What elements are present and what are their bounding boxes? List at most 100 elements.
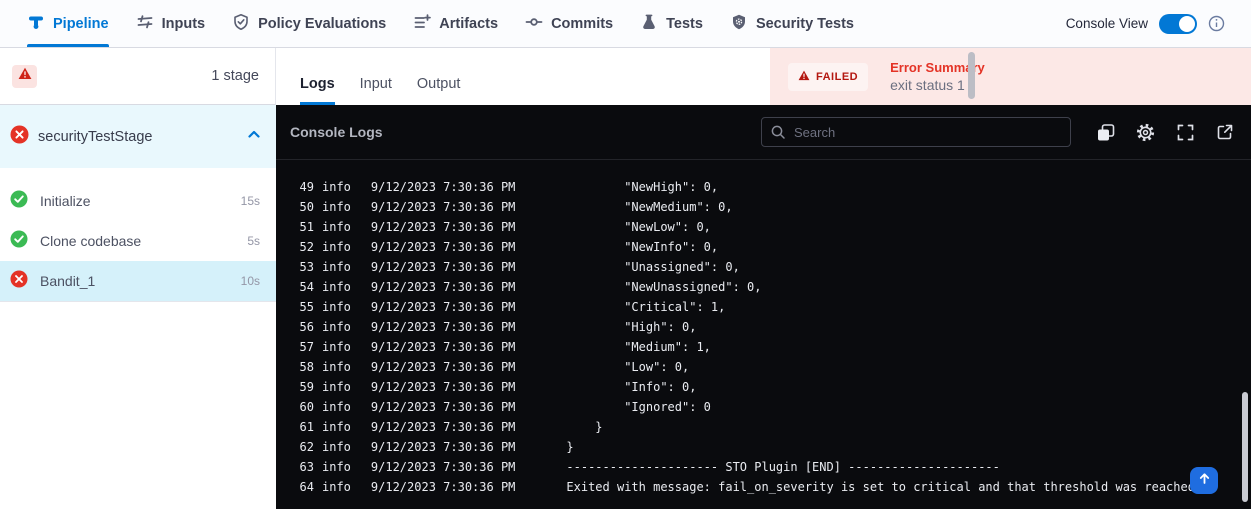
log-msg: "NewHigh": 0,	[566, 177, 718, 197]
stage-summary-bar: 1 stage	[0, 48, 276, 105]
fullscreen-icon[interactable]	[1175, 122, 1196, 143]
chevron-up-icon[interactable]	[246, 126, 262, 147]
log-msg: "Info": 0,	[566, 377, 696, 397]
nav-right: Console View	[1066, 0, 1251, 47]
log-time: 9/12/2023 7:30:36 PM	[371, 417, 516, 437]
log-msg: --------------------- STO Plugin [END] -…	[566, 457, 999, 477]
tab-artifacts[interactable]: Artifacts	[413, 0, 498, 47]
scroll-to-top-button[interactable]	[1190, 467, 1218, 494]
log-num: 62	[276, 437, 314, 457]
sidebar-divider	[0, 301, 276, 302]
stage-sidebar: securityTestStage Initialize 15s Clone c…	[0, 105, 276, 509]
open-in-new-icon[interactable]	[1215, 122, 1235, 142]
status-badge: FAILED	[788, 63, 868, 91]
error-summary-scrollbar[interactable]	[968, 52, 975, 99]
log-num: 56	[276, 317, 314, 337]
tab-label: Inputs	[162, 16, 206, 32]
tab-label: Pipeline	[53, 16, 109, 32]
log-msg: "NewLow": 0,	[566, 217, 711, 237]
warning-triangle-icon	[18, 67, 32, 85]
console-scrollbar[interactable]	[1242, 392, 1248, 502]
log-line: 59info9/12/2023 7:30:36 PM "Info": 0,	[276, 377, 1251, 397]
log-time: 9/12/2023 7:30:36 PM	[371, 317, 516, 337]
top-navigation: Pipeline Inputs Policy Evaluations Artif…	[0, 0, 1251, 48]
log-num: 53	[276, 257, 314, 277]
settings-gear-icon[interactable]	[1135, 122, 1156, 143]
log-level: info	[322, 217, 351, 237]
tab-label: Security Tests	[756, 16, 854, 32]
log-time: 9/12/2023 7:30:36 PM	[371, 477, 516, 497]
tab-input[interactable]: Input	[360, 76, 392, 105]
step-bandit-1[interactable]: Bandit_1 10s	[0, 261, 276, 301]
warning-triangle-icon	[798, 68, 810, 86]
step-duration: 10s	[241, 274, 260, 288]
commit-icon	[525, 13, 543, 35]
log-level: info	[322, 357, 351, 377]
log-line: 52info9/12/2023 7:30:36 PM "NewInfo": 0,	[276, 237, 1251, 257]
pipeline-icon	[27, 13, 45, 35]
tab-output[interactable]: Output	[417, 76, 461, 105]
log-line: 56info9/12/2023 7:30:36 PM "High": 0,	[276, 317, 1251, 337]
step-label: Initialize	[40, 193, 91, 209]
log-msg: "Unassigned": 0,	[566, 257, 739, 277]
log-msg: }	[566, 417, 602, 437]
tab-inputs[interactable]: Inputs	[136, 0, 206, 47]
step-label: Clone codebase	[40, 233, 141, 249]
log-num: 55	[276, 297, 314, 317]
log-time: 9/12/2023 7:30:36 PM	[371, 357, 516, 377]
log-level: info	[322, 197, 351, 217]
log-level: info	[322, 397, 351, 417]
log-line: 58info9/12/2023 7:30:36 PM "Low": 0,	[276, 357, 1251, 377]
tab-security-tests[interactable]: Security Tests	[730, 0, 854, 47]
log-body: 49info9/12/2023 7:30:36 PM "NewHigh": 0,…	[276, 160, 1251, 497]
log-level: info	[322, 457, 351, 477]
step-duration: 5s	[247, 234, 260, 248]
nav-tabs: Pipeline Inputs Policy Evaluations Artif…	[0, 0, 854, 47]
pipeline-failed-badge	[12, 65, 37, 88]
log-num: 50	[276, 197, 314, 217]
log-level: info	[322, 177, 351, 197]
tab-commits[interactable]: Commits	[525, 0, 613, 47]
log-level: info	[322, 317, 351, 337]
log-line: 57info9/12/2023 7:30:36 PM "Medium": 1,	[276, 337, 1251, 357]
list-plus-icon	[413, 13, 431, 35]
console-header: Console Logs	[276, 105, 1251, 160]
stage-header-securityTestStage[interactable]: securityTestStage	[0, 105, 276, 168]
failed-circle-icon	[10, 125, 29, 149]
log-msg: "NewInfo": 0,	[566, 237, 718, 257]
tab-tests[interactable]: Tests	[640, 0, 703, 47]
log-num: 51	[276, 217, 314, 237]
log-num: 63	[276, 457, 314, 477]
tab-label: Commits	[551, 16, 613, 32]
tab-pipeline[interactable]: Pipeline	[27, 0, 109, 47]
log-time: 9/12/2023 7:30:36 PM	[371, 397, 516, 417]
security-shield-icon	[730, 13, 748, 35]
log-msg: "NewUnassigned": 0,	[566, 277, 761, 297]
search-input[interactable]	[761, 117, 1071, 147]
log-line: 64info9/12/2023 7:30:36 PMExited with me…	[276, 477, 1251, 497]
tab-label: Tests	[666, 16, 703, 32]
inputs-icon	[136, 13, 154, 35]
tab-logs[interactable]: Logs	[300, 76, 335, 105]
step-clone-codebase[interactable]: Clone codebase 5s	[0, 221, 276, 261]
flask-icon	[640, 13, 658, 35]
log-level: info	[322, 297, 351, 317]
log-line: 62info9/12/2023 7:30:36 PM}	[276, 437, 1251, 457]
log-num: 54	[276, 277, 314, 297]
log-time: 9/12/2023 7:30:36 PM	[371, 177, 516, 197]
log-line: 63info9/12/2023 7:30:36 PM--------------…	[276, 457, 1251, 477]
console-view-toggle[interactable]	[1159, 14, 1197, 34]
info-icon[interactable]	[1208, 15, 1225, 32]
copy-icon[interactable]	[1095, 122, 1116, 143]
step-list: Initialize 15s Clone codebase 5s Bandit_…	[0, 181, 276, 301]
log-time: 9/12/2023 7:30:36 PM	[371, 297, 516, 317]
toggle-knob	[1179, 16, 1195, 32]
console-view-label: Console View	[1066, 16, 1148, 31]
step-initialize[interactable]: Initialize 15s	[0, 181, 276, 221]
log-msg: "Critical": 1,	[566, 297, 725, 317]
console-title: Console Logs	[290, 124, 383, 140]
log-level: info	[322, 237, 351, 257]
tab-policy-evaluations[interactable]: Policy Evaluations	[232, 0, 386, 47]
log-level: info	[322, 417, 351, 437]
log-time: 9/12/2023 7:30:36 PM	[371, 217, 516, 237]
